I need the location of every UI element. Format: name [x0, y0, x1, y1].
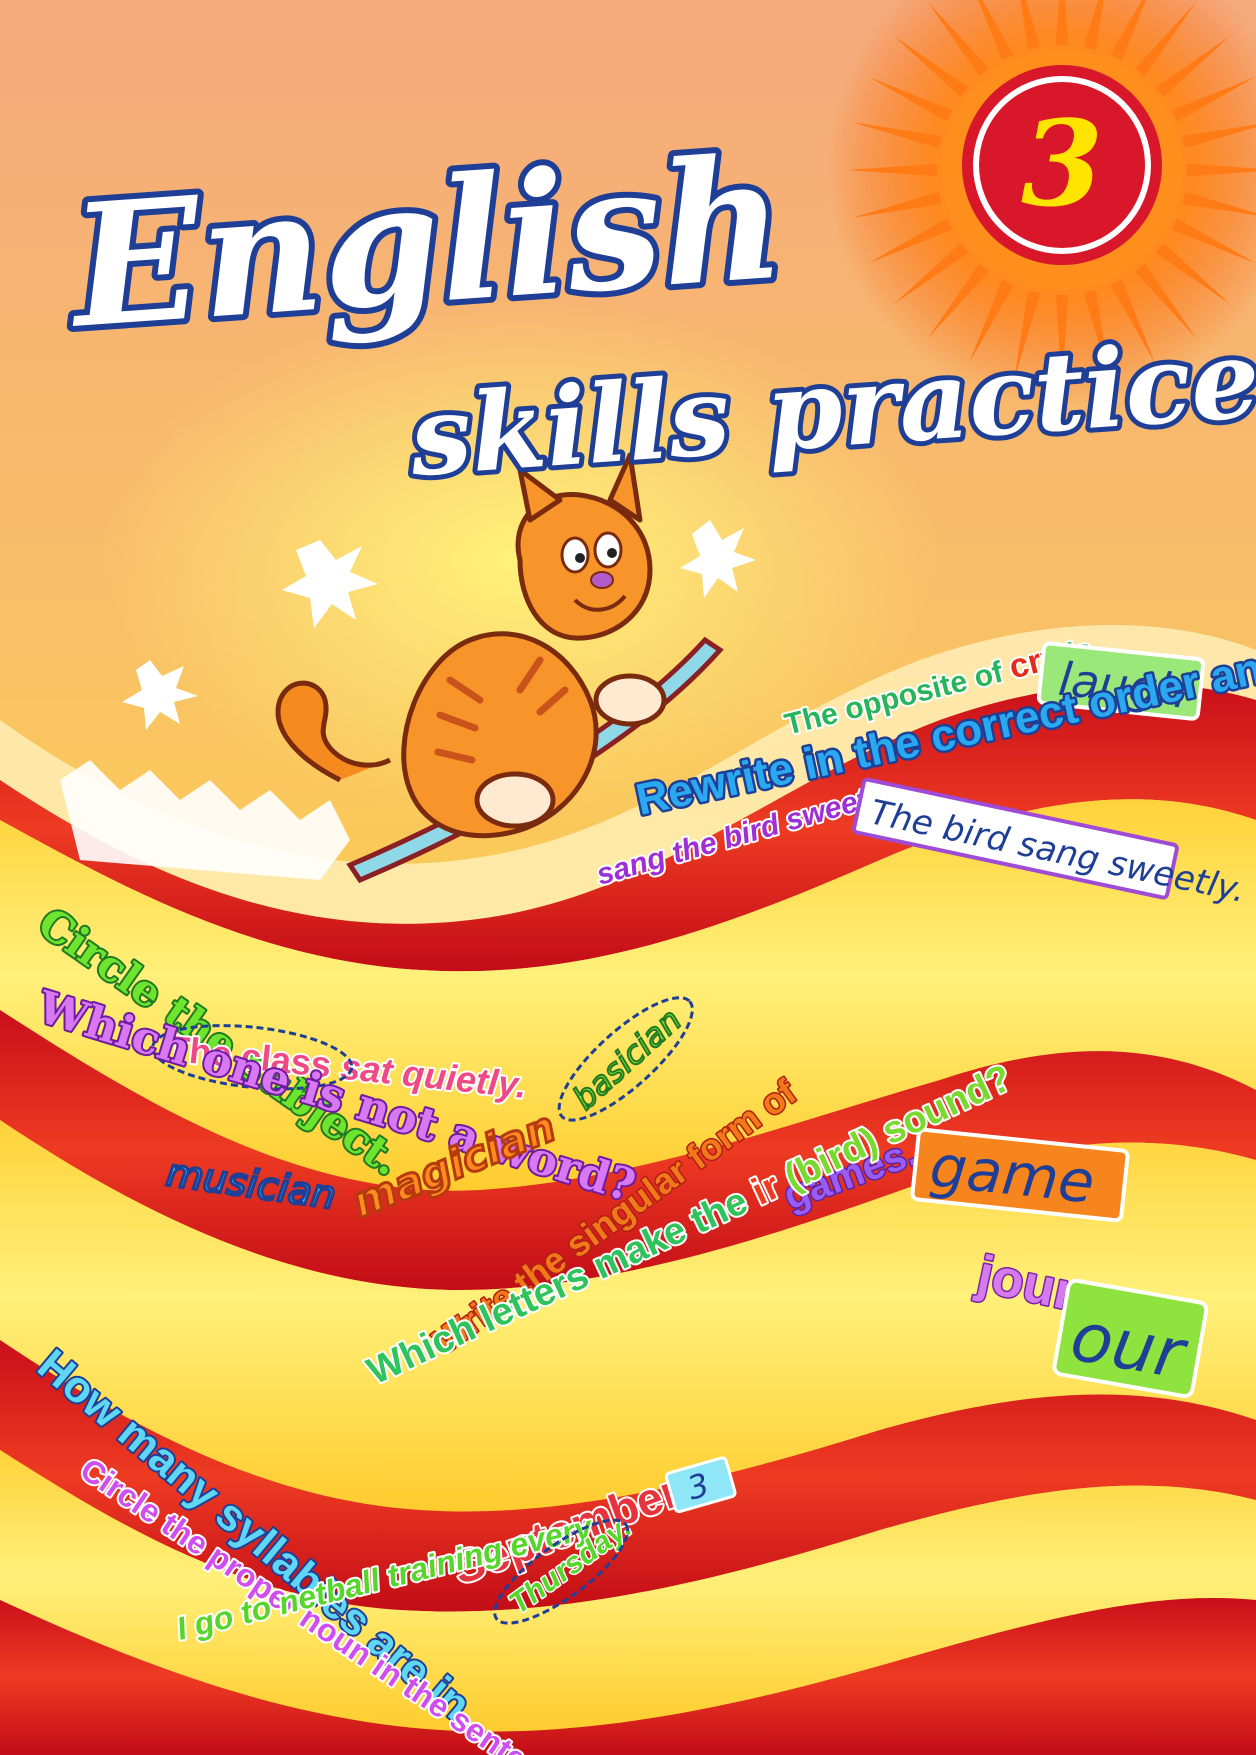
book-cover: 3 English skills practice The opposite o…: [0, 0, 1256, 1755]
level-badge: 3: [962, 65, 1162, 265]
level-number: 3: [1021, 94, 1103, 233]
cover-artwork: 3 English skills practice The opposite o…: [0, 0, 1256, 1755]
